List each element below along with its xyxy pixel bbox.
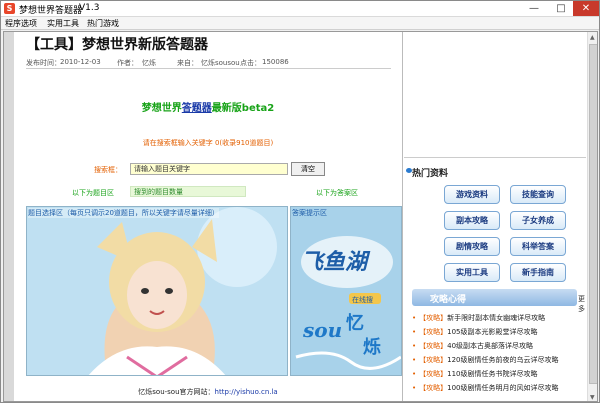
menu-program-options[interactable]: 程序选项 [5,18,37,29]
publish-label: 发布时间： [26,59,61,67]
btn-child-raising[interactable]: 子女养成 [510,211,566,230]
btn-exam-answers[interactable]: 科举答案 [510,237,566,256]
strategy-item[interactable]: • 【攻略】110级剧情任务书院详尽攻略 [412,369,582,379]
answer-area-label: 以下为答案区 [316,189,358,197]
search-input[interactable] [130,163,288,175]
search-hint: 请在搜索框输入关键字 0(收录910道题目) [142,139,274,147]
clicks-count: 150086 [262,58,289,66]
btn-utilities[interactable]: 实用工具 [444,263,500,282]
question-panel[interactable]: 题目选择区（每页只调示20道题目，所以关键字请尽量详细） [26,206,288,376]
source-label: 来自： [177,59,198,67]
app-icon: S [4,3,15,14]
svg-text:忆: 忆 [346,312,364,334]
tool-name-suffix: 最新版beta2 [211,103,275,114]
publish-date: 2010-12-03 [60,58,101,66]
close-button[interactable]: ✕ [573,1,599,16]
menu-bar: 程序选项 实用工具 热门游戏 [1,17,599,30]
left-margin [4,32,14,401]
clear-button[interactable]: 清空 [291,162,325,176]
meta-divider [26,68,391,69]
website-line: 忆烁sou-sou官方网站：http://yishuo.cn.la [14,387,402,397]
btn-dungeon-guide[interactable]: 副本攻略 [444,211,500,230]
question-area-label: 以下为题目区 [72,189,114,197]
website-link[interactable]: http://yishuo.cn.la [215,388,278,396]
menu-hot-games[interactable]: 热门游戏 [87,18,119,29]
article-title: 【工具】梦想世界新版答题器 [26,37,208,53]
btn-story-guide[interactable]: 剧情攻略 [444,237,500,256]
search-label: 搜索框： [94,166,122,174]
strategy-item[interactable]: • 【攻略】新手限时副本情女幽魂详尽攻略 [412,313,582,323]
app-window: S 梦想世界答题器 V1.3 — □ ✕ 程序选项 实用工具 热门游戏 【工具】… [0,0,600,403]
minimize-button[interactable]: — [521,1,547,16]
column-divider [402,32,403,401]
strategy-more-link[interactable]: 更多 [578,294,586,314]
btn-game-info[interactable]: 游戏资料 [444,185,500,204]
answer-panel[interactable]: 飞鱼湖 在线搜 sou 忆 烁 答案提示区 [290,206,402,376]
cosplay-girl-image [27,207,287,375]
answer-panel-header: 答案提示区 [292,209,327,217]
author-name: 忆烁 [142,59,156,67]
btn-skill-lookup[interactable]: 技能查询 [510,185,566,204]
svg-text:烁: 烁 [363,337,381,358]
strategy-item[interactable]: • 【攻略】40级副本古奥部落详尽攻略 [412,341,582,351]
scroll-down-arrow-icon[interactable]: ▼ [590,394,595,401]
vertical-scrollbar[interactable]: ▲ ▼ [587,32,597,401]
svg-text:在线搜: 在线搜 [352,295,373,304]
sidebar-divider [404,157,586,158]
clicks-label: 点击： [240,59,261,67]
scrollbar-thumb[interactable] [589,44,597,384]
window-version: V1.3 [79,3,100,13]
hot-resources-title: 热门资料 [412,169,449,179]
sidebar: 热门资料 游戏资料 技能查询 副本攻略 子女养成 剧情攻略 科举答案 实用工具 … [404,32,586,401]
strategy-item[interactable]: • 【攻略】105级副本光影殿堂详尽攻略 [412,327,582,337]
maximize-button[interactable]: □ [548,1,574,16]
question-count-box: 搜到的题目数量 [130,186,246,197]
source-name: 忆烁sousou [201,59,240,67]
tool-name: 梦想世界答题器最新版beta2 [14,99,402,114]
web-content: 【工具】梦想世界新版答题器 发布时间： 2010-12-03 作者： 忆烁 来自… [3,31,598,402]
window-title: 梦想世界答题器 [19,6,83,16]
main-column: 【工具】梦想世界新版答题器 发布时间： 2010-12-03 作者： 忆烁 来自… [14,32,402,401]
website-prefix: 忆烁sou-sou官方网站： [138,388,215,396]
btn-newbie-guide[interactable]: 新手指南 [510,263,566,282]
svg-text:飞鱼湖: 飞鱼湖 [301,249,371,275]
svg-text:sou: sou [302,318,342,342]
scroll-up-arrow-icon[interactable]: ▲ [590,34,595,41]
strategy-item[interactable]: • 【攻略】120级剧情任务前夜的乌云详尽攻略 [412,355,582,365]
title-bar: S 梦想世界答题器 V1.3 — □ ✕ [1,1,599,17]
fish-lake-logo: 飞鱼湖 在线搜 sou 忆 烁 [291,207,401,375]
tool-name-link[interactable]: 答题器 [182,103,212,114]
tool-name-prefix: 梦想世界 [141,103,182,114]
strategy-header: 攻略心得 [412,289,577,306]
menu-utilities[interactable]: 实用工具 [47,18,79,29]
strategy-title: 攻略心得 [430,295,467,305]
author-label: 作者： [117,59,138,67]
question-panel-header: 题目选择区（每页只调示20道题目，所以关键字请尽量详细） [28,208,219,218]
strategy-item[interactable]: • 【攻略】100级剧情任务明月的风如详尽攻略 [412,383,582,393]
